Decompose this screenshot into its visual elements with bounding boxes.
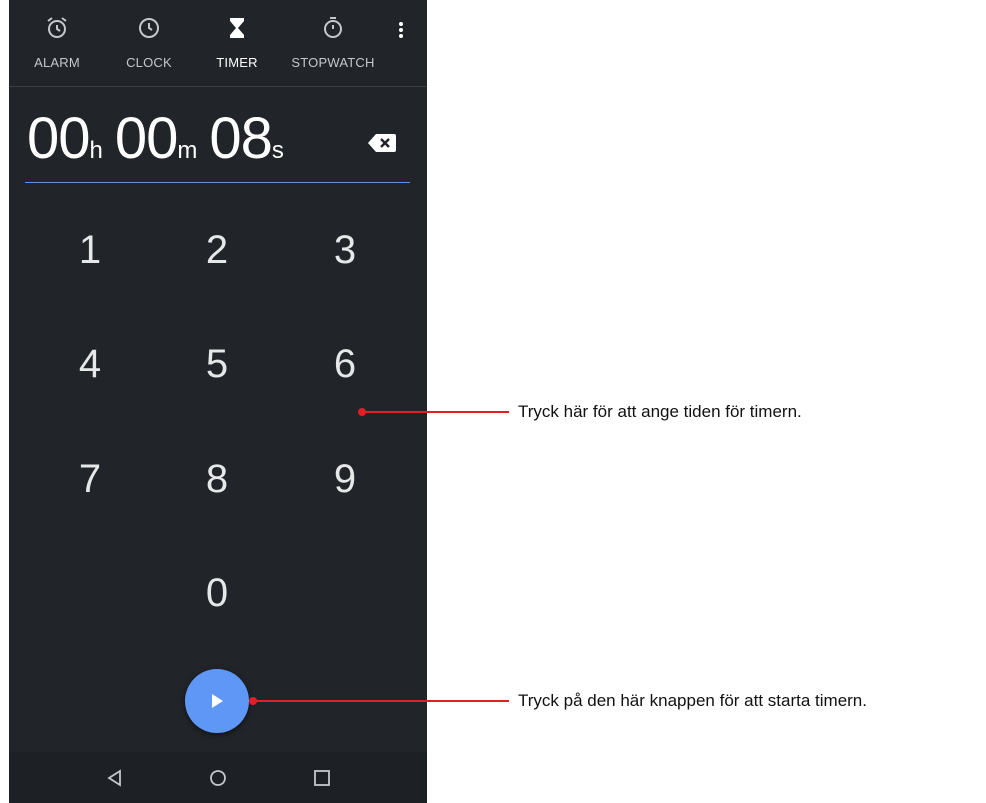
tab-label: STOPWATCH	[291, 55, 375, 70]
keypad-key-8[interactable]: 8	[172, 439, 262, 519]
callout-line	[363, 411, 509, 413]
alarm-icon	[47, 17, 67, 38]
hours-value: 00	[27, 106, 91, 171]
navigation-bar	[9, 752, 427, 803]
timer-display: 00h 00m 08s	[27, 105, 296, 175]
seconds-unit: s	[271, 137, 284, 164]
keypad-key-6[interactable]: 6	[300, 324, 390, 404]
minutes-value: 00	[114, 106, 179, 171]
backspace-icon[interactable]	[367, 132, 397, 154]
tab-label: CLOCK	[126, 55, 172, 70]
recents-icon[interactable]	[312, 768, 332, 788]
keypad-key-7[interactable]: 7	[45, 439, 135, 519]
stopwatch-icon	[324, 17, 342, 38]
tab-bar: ALARM CLOCK TIMER STOPWATCH	[9, 0, 427, 87]
more-options-icon[interactable]	[393, 20, 409, 44]
minutes-unit: m	[177, 137, 198, 164]
tab-clock[interactable]: CLOCK	[105, 0, 193, 86]
keypad-key-0[interactable]: 0	[172, 553, 262, 633]
keypad-key-9[interactable]: 9	[300, 439, 390, 519]
keypad-key-5[interactable]: 5	[172, 324, 262, 404]
keypad-key-4[interactable]: 4	[45, 324, 135, 404]
keypad-callout: Tryck här för att ange tiden för timern.	[518, 402, 802, 421]
callout-line	[254, 700, 509, 702]
timer-screen: ALARM CLOCK TIMER STOPWATCH 00h 00m 08s …	[9, 0, 427, 803]
tab-label: TIMER	[216, 55, 258, 70]
time-input-underline	[25, 182, 410, 183]
tab-alarm[interactable]: ALARM	[9, 0, 105, 86]
start-timer-button[interactable]	[185, 669, 249, 733]
tab-stopwatch[interactable]: STOPWATCH	[281, 0, 385, 86]
keypad-key-1[interactable]: 1	[45, 210, 135, 290]
hourglass-icon	[230, 18, 244, 38]
seconds-value: 08	[209, 106, 273, 171]
keypad-key-2[interactable]: 2	[172, 210, 262, 290]
keypad-key-3[interactable]: 3	[300, 210, 390, 290]
clock-icon	[139, 18, 159, 38]
tab-timer[interactable]: TIMER	[193, 0, 281, 86]
play-icon	[212, 694, 223, 708]
start-button-callout: Tryck på den här knappen för att starta …	[518, 691, 867, 710]
tab-label: ALARM	[34, 55, 80, 70]
hours-unit: h	[89, 137, 103, 164]
back-icon[interactable]	[105, 768, 125, 788]
home-icon[interactable]	[208, 768, 228, 788]
